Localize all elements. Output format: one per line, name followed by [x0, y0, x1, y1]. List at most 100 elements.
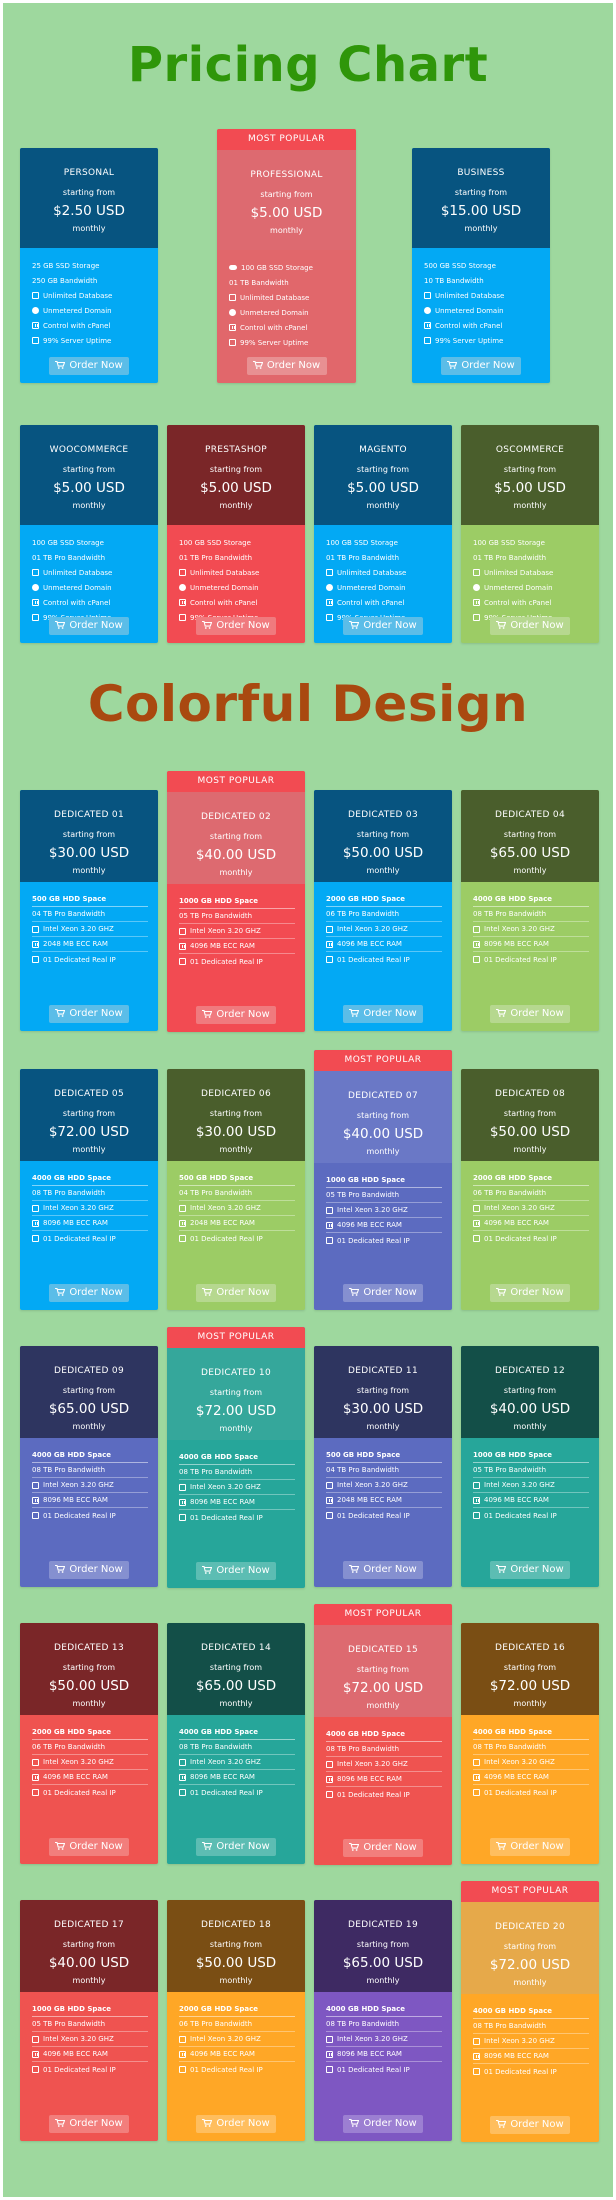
- order-now-button[interactable]: Order Now: [343, 1284, 423, 1302]
- ip-icon: [179, 1789, 186, 1796]
- feature-item: 4000 GB HDD Space: [473, 892, 589, 907]
- order-now-button[interactable]: Order Now: [49, 1561, 129, 1579]
- plan-name: WOOCOMMERCE: [49, 445, 129, 455]
- card-header: DEDICATED 02 starting from $40.00 USD month…: [167, 792, 305, 884]
- feature-text: 04 TB Pro Bandwidth: [179, 1189, 253, 1197]
- order-now-button[interactable]: Order Now: [196, 1006, 276, 1024]
- cpu-icon: [473, 2037, 480, 2045]
- plan-price: $30.00 USD: [342, 1401, 424, 1417]
- starting-from-label: starting from: [260, 190, 313, 199]
- order-now-button[interactable]: Order Now: [196, 1562, 276, 1580]
- feature-text: 01 Dedicated Real IP: [190, 2065, 263, 2074]
- feature-text: 01 TB Pro Bandwidth: [326, 553, 400, 562]
- order-now-button[interactable]: Order Now: [490, 617, 570, 635]
- feature-text: 4096 MB ECC RAM: [337, 1221, 402, 1229]
- plan-price: $5.00 USD: [250, 205, 323, 221]
- pricing-card-business: BUSINESS starting from $15.00 USD monthly 50…: [412, 148, 550, 383]
- feature-text: 08 TB Pro Bandwidth: [179, 1743, 253, 1751]
- order-now-button[interactable]: Order Now: [49, 357, 129, 375]
- order-now-button[interactable]: Order Now: [490, 1561, 570, 1579]
- feature-text: 05 TB Pro Bandwidth: [473, 1466, 547, 1474]
- pricing-card-oscommerce: OSCOMMERCE starting from $5.00 USD monthly 1…: [461, 425, 599, 643]
- feature-item: 01 Dedicated Real IP: [473, 1508, 589, 1523]
- feature-text: 4000 GB HDD Space: [179, 1728, 259, 1736]
- plan-price: $30.00 USD: [195, 1124, 277, 1140]
- globe-icon: [229, 309, 236, 316]
- ip-icon: [32, 1235, 39, 1242]
- order-now-button[interactable]: Order Now: [343, 617, 423, 635]
- feature-text: 1000 GB HDD Space: [32, 2005, 112, 2013]
- order-now-button[interactable]: Order Now: [196, 2115, 276, 2133]
- order-now-button[interactable]: Order Now: [343, 1005, 423, 1023]
- order-now-button[interactable]: Order Now: [196, 1838, 276, 1856]
- feature-item: Control with cPanel: [229, 320, 346, 335]
- order-now-button[interactable]: Order Now: [196, 1284, 276, 1302]
- feature-item: 01 Dedicated Real IP: [473, 1231, 589, 1246]
- order-now-button[interactable]: Order Now: [490, 1284, 570, 1302]
- feature-item: 01 Dedicated Real IP: [179, 2062, 295, 2077]
- feature-text: 100 GB SSD Storage: [179, 538, 251, 547]
- ip-icon: [179, 958, 186, 965]
- database-icon: [424, 292, 431, 299]
- plan-price: $40.00 USD: [489, 1401, 571, 1417]
- feature-item: 01 Dedicated Real IP: [179, 1785, 295, 1800]
- feature-text: Intel Xeon 3.20 GHZ: [484, 1481, 555, 1489]
- ram-icon: [179, 942, 186, 950]
- ip-icon: [473, 956, 480, 963]
- plan-name: DEDICATED 18: [201, 1920, 271, 1930]
- order-now-button[interactable]: Order Now: [490, 1005, 570, 1023]
- order-now-button[interactable]: Order Now: [49, 1284, 129, 1302]
- order-now-button[interactable]: Order Now: [49, 1005, 129, 1023]
- order-now-button[interactable]: Order Now: [49, 1838, 129, 1856]
- starting-from-label: starting from: [62, 1386, 116, 1395]
- starting-from-label: starting from: [356, 1386, 410, 1395]
- page: Pricing Chart Colorful Design PERSONAL st…: [3, 3, 613, 2197]
- globe-icon: [326, 584, 333, 591]
- card-header: DEDICATED 11 starting from $30.00 USD month…: [314, 1346, 452, 1438]
- ip-icon: [326, 1791, 333, 1798]
- feature-item: 01 Dedicated Real IP: [473, 2064, 589, 2079]
- order-now-button[interactable]: Order Now: [246, 357, 327, 375]
- plan-price: $5.00 USD: [53, 480, 125, 496]
- card-header: DEDICATED 12 starting from $40.00 USD month…: [461, 1346, 599, 1438]
- feature-item: 100 GB SSD Storage: [179, 535, 295, 550]
- plan-price: $65.00 USD: [342, 1955, 424, 1971]
- feature-item: 08 TB Pro Bandwidth: [179, 1465, 295, 1480]
- starting-from-label: starting from: [503, 465, 557, 474]
- order-now-button[interactable]: Order Now: [441, 357, 521, 375]
- feature-item: Intel Xeon 3.20 GHZ: [473, 922, 589, 937]
- feature-text: Intel Xeon 3.20 GHZ: [337, 925, 408, 933]
- feature-item: Intel Xeon 3.20 GHZ: [32, 2032, 148, 2047]
- order-now-button[interactable]: Order Now: [490, 1838, 570, 1856]
- feature-text: 8096 MB ECC RAM: [484, 940, 549, 948]
- feature-text: 01 TB Pro Bandwidth: [179, 553, 253, 562]
- starting-from-label: starting from: [356, 1111, 410, 1120]
- ip-icon: [32, 1789, 39, 1796]
- cart-icon: [349, 1562, 360, 1573]
- feature-text: Intel Xeon 3.20 GHZ: [337, 1481, 408, 1489]
- order-now-button[interactable]: Order Now: [49, 617, 129, 635]
- feature-text: 06 TB Pro Bandwidth: [179, 2020, 253, 2028]
- ram-icon: [326, 1221, 333, 1229]
- feature-item: Intel Xeon 3.20 GHZ: [326, 1478, 442, 1493]
- feature-text: Control with cPanel: [435, 321, 503, 330]
- order-now-button[interactable]: Order Now: [49, 2115, 129, 2133]
- feature-text: 01 Dedicated Real IP: [484, 1511, 557, 1520]
- order-now-button[interactable]: Order Now: [343, 1561, 423, 1579]
- starting-from-label: starting from: [454, 188, 508, 197]
- feature-item: 2048 MB ECC RAM: [179, 1216, 295, 1231]
- plan-price: $40.00 USD: [342, 1126, 424, 1142]
- order-now-button[interactable]: Order Now: [343, 1839, 423, 1857]
- ip-icon: [32, 1512, 39, 1519]
- ram-icon: [473, 1219, 480, 1227]
- order-now-button[interactable]: Order Now: [196, 617, 276, 635]
- billing-period: monthly: [219, 1976, 253, 1985]
- order-now-button[interactable]: Order Now: [343, 2115, 423, 2133]
- feature-text: 01 Dedicated Real IP: [484, 955, 557, 964]
- billing-period: monthly: [513, 501, 547, 510]
- database-icon: [326, 569, 333, 576]
- billing-period: monthly: [72, 224, 106, 233]
- order-now-button[interactable]: Order Now: [490, 2116, 570, 2134]
- pricing-card-d02: MOST POPULAR DEDICATED 02 starting from $40…: [167, 771, 305, 1032]
- feature-item: 04 TB Pro Bandwidth: [179, 1186, 295, 1201]
